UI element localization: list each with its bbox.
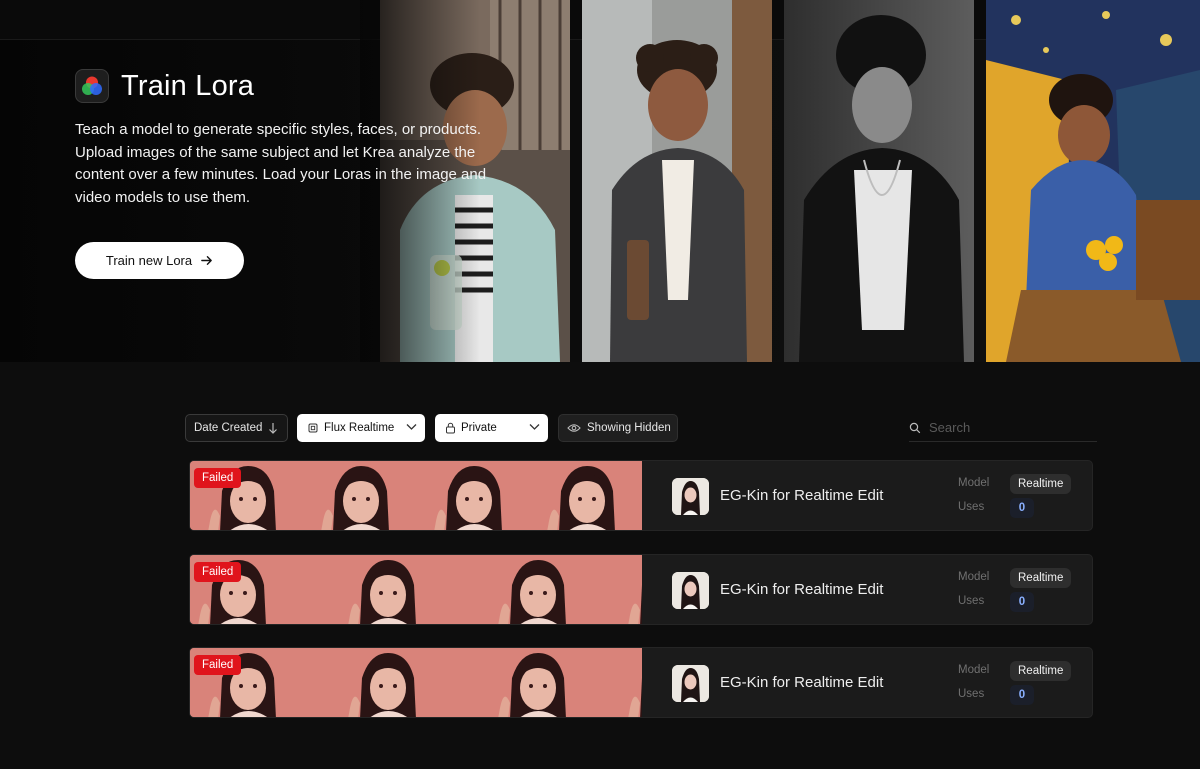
search-input[interactable] xyxy=(929,420,1079,435)
hero-photo-office xyxy=(582,0,772,362)
hero-gallery xyxy=(380,0,1200,362)
showing-hidden-toggle[interactable]: Showing Hidden xyxy=(558,414,678,442)
lock-icon xyxy=(446,422,455,434)
privacy-filter-dropdown[interactable]: Private xyxy=(435,414,548,442)
uses-label: Uses xyxy=(958,501,985,513)
model-label: Model xyxy=(958,571,990,583)
train-new-lora-label: Train new Lora xyxy=(105,253,193,268)
train-new-lora-button[interactable]: Train new Lora xyxy=(75,242,244,279)
model-value-pill: Realtime xyxy=(1010,474,1072,494)
lora-name: EG-Kin for Realtime Edit xyxy=(720,581,884,598)
model-filter-dropdown[interactable]: Flux Realtime xyxy=(297,414,425,442)
uses-count: 0 xyxy=(1010,685,1034,705)
search-icon xyxy=(909,422,921,433)
failed-status-badge: Failed xyxy=(194,655,242,675)
page-title: Train Lora xyxy=(121,69,255,102)
model-filter-label: Flux Realtime xyxy=(324,422,395,434)
model-value-pill: Realtime xyxy=(1010,568,1072,588)
uses-count: 0 xyxy=(1010,592,1034,612)
lora-thumbnail-strip xyxy=(190,648,642,717)
model-label: Model xyxy=(958,477,990,489)
search-box xyxy=(909,414,1097,442)
sort-date-created-button[interactable]: Date Created xyxy=(185,414,288,442)
failed-status-badge: Failed xyxy=(194,562,242,582)
chip-icon xyxy=(308,423,318,433)
lora-name: EG-Kin for Realtime Edit xyxy=(720,487,884,504)
uses-count: 0 xyxy=(1010,498,1034,518)
lora-card[interactable]: Failed EG-Kin for Realtime Edit Model Re… xyxy=(189,647,1093,718)
uses-label: Uses xyxy=(958,688,985,700)
color-wheel-icon xyxy=(75,69,109,103)
lora-avatar xyxy=(672,665,709,702)
eye-icon xyxy=(567,424,581,432)
lora-card[interactable]: Failed EG-Kin for Realtime Edit Model Re… xyxy=(189,460,1093,531)
lora-card[interactable]: Failed EG-Kin for Realtime Edit Model Re… xyxy=(189,554,1093,625)
lora-avatar xyxy=(672,478,709,515)
showing-hidden-label: Showing Hidden xyxy=(587,422,671,434)
model-value-pill: Realtime xyxy=(1010,661,1072,681)
sort-label: Date Created xyxy=(194,422,263,434)
lora-name: EG-Kin for Realtime Edit xyxy=(720,674,884,691)
hero-description: Teach a model to generate specific style… xyxy=(75,121,487,206)
chevron-down-icon xyxy=(406,424,417,430)
lora-thumbnail-strip xyxy=(190,461,642,530)
hero-photo-painting xyxy=(986,0,1200,362)
arrow-down-icon xyxy=(269,423,278,434)
arrow-right-icon xyxy=(201,256,212,265)
privacy-filter-label: Private xyxy=(461,422,497,434)
uses-label: Uses xyxy=(958,595,985,607)
lora-avatar xyxy=(672,572,709,609)
hero-title-row: Train Lora xyxy=(75,69,254,103)
failed-status-badge: Failed xyxy=(194,468,242,488)
hero-banner: Train Lora Teach a model to generate spe… xyxy=(0,0,1200,362)
hero-photo-bw xyxy=(784,0,974,362)
lora-thumbnail-strip xyxy=(190,555,642,624)
chevron-down-icon xyxy=(529,424,540,430)
model-label: Model xyxy=(958,664,990,676)
